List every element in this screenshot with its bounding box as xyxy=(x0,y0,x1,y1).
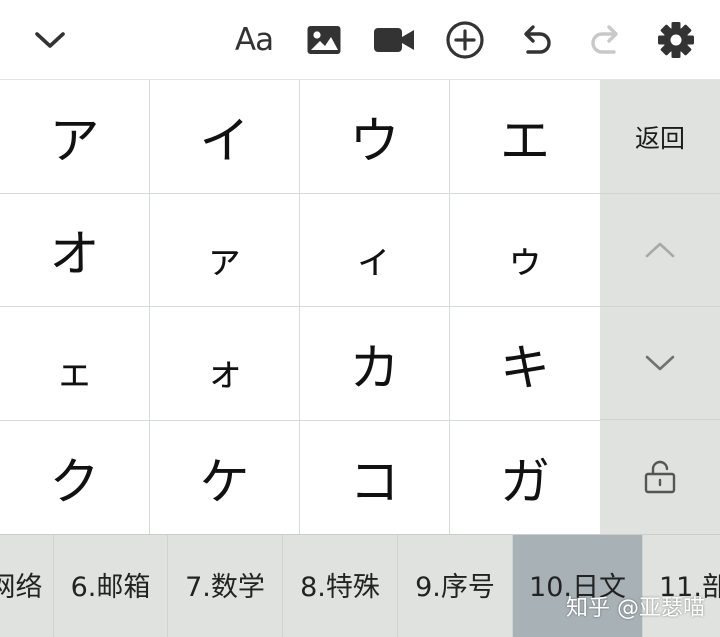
key[interactable]: ゥ xyxy=(450,194,600,306)
back-button[interactable]: 返回 xyxy=(600,80,720,194)
video-icon xyxy=(374,28,414,52)
key[interactable]: ェ xyxy=(0,307,149,420)
chevron-up-icon xyxy=(645,242,675,258)
key[interactable]: ク xyxy=(0,421,149,534)
key[interactable]: ォ xyxy=(150,307,299,420)
key[interactable]: ウ xyxy=(300,80,449,193)
key[interactable]: カ xyxy=(300,307,449,420)
redo-button[interactable] xyxy=(582,0,630,80)
insert-video-button[interactable] xyxy=(368,0,420,80)
key[interactable]: エ xyxy=(450,80,600,193)
key[interactable]: ガ xyxy=(450,421,600,534)
category-tab[interactable]: 6.邮箱 xyxy=(54,535,168,637)
key[interactable]: ァ xyxy=(150,194,299,306)
key[interactable]: キ xyxy=(450,307,600,420)
key[interactable]: イ xyxy=(150,80,299,193)
category-tab[interactable]: 9.序号 xyxy=(398,535,513,637)
gear-icon xyxy=(658,22,694,58)
settings-button[interactable] xyxy=(650,0,702,80)
key[interactable]: ア xyxy=(0,80,149,193)
image-icon xyxy=(307,26,341,54)
chevron-down-icon xyxy=(35,32,65,48)
undo-button[interactable] xyxy=(512,0,560,80)
side-panel: 返回 xyxy=(600,80,720,534)
undo-icon xyxy=(524,25,551,54)
lock-button[interactable] xyxy=(600,420,720,534)
insert-image-button[interactable] xyxy=(298,0,350,80)
key[interactable]: ケ xyxy=(150,421,299,534)
collapse-keyboard-button[interactable] xyxy=(18,0,82,80)
editor-toolbar: Aa xyxy=(0,0,720,80)
category-tab[interactable]: 8.特殊 xyxy=(283,535,398,637)
watermark: 知乎 @亚瑟喵 xyxy=(566,596,705,621)
key[interactable]: ィ xyxy=(300,194,449,306)
key[interactable]: コ xyxy=(300,421,449,534)
back-button-label: 返回 xyxy=(634,123,685,153)
font-size-icon: Aa xyxy=(234,22,274,58)
page-down-button[interactable] xyxy=(600,307,720,420)
lock-icon xyxy=(644,460,676,494)
key[interactable]: オ xyxy=(0,194,149,306)
chevron-down-icon xyxy=(645,355,675,371)
font-style-button[interactable]: Aa xyxy=(226,0,282,80)
redo-icon xyxy=(591,25,618,54)
category-tab[interactable]: 网络 xyxy=(0,535,54,637)
category-tab[interactable]: 7.数学 xyxy=(168,535,283,637)
page-up-button[interactable] xyxy=(600,194,720,307)
insert-more-button[interactable] xyxy=(440,0,490,80)
add-circle-icon xyxy=(446,21,484,59)
katakana-keypad: ア イ ウ エ オ ァ ィ ゥ ェ ォ カ キ ク ケ コ ガ xyxy=(0,80,600,534)
